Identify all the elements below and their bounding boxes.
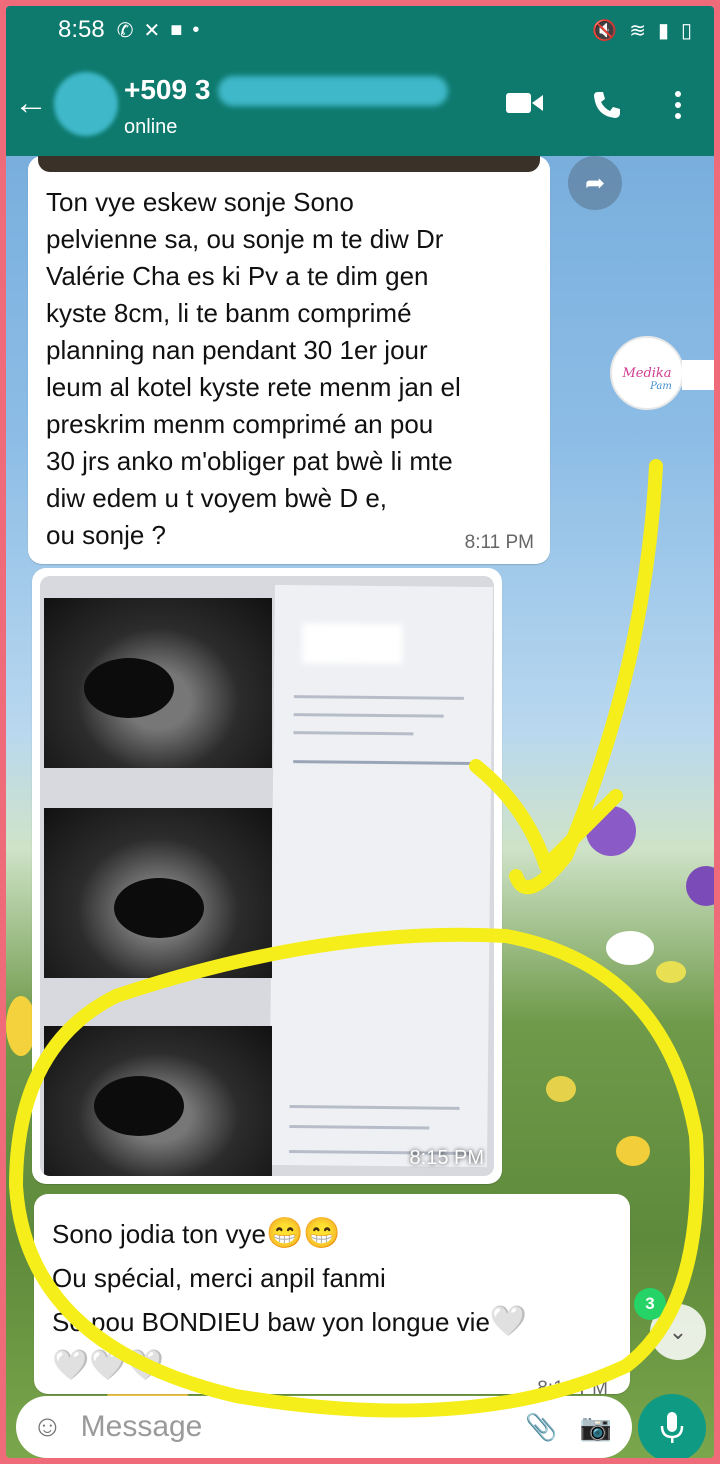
paper-text-line bbox=[293, 713, 444, 718]
screenshot-frame: 8:58 ✆ ✕ ■ • 🔇 ≋ ▮ ▯ ← +509 3 online Ton… bbox=[6, 6, 714, 1458]
message-time: 8:11 PM bbox=[464, 532, 534, 553]
more-vert-icon[interactable] bbox=[674, 90, 682, 127]
status-bar: 8:58 ✆ ✕ ■ • 🔇 ≋ ▮ ▯ bbox=[6, 6, 714, 54]
forward-icon[interactable]: ➦ bbox=[568, 156, 622, 210]
avatar[interactable] bbox=[54, 72, 118, 136]
attach-icon[interactable]: 📎 bbox=[525, 1412, 557, 1443]
wallpaper-flower bbox=[586, 806, 636, 856]
contact-name[interactable]: +509 3 bbox=[124, 74, 210, 106]
phone-icon[interactable] bbox=[592, 90, 622, 127]
svg-text:Medika: Medika bbox=[621, 366, 671, 381]
paper-text-line bbox=[293, 695, 464, 700]
mic-icon[interactable] bbox=[638, 1394, 706, 1458]
message-line: Ou spécial, merci anpil fanmi bbox=[52, 1263, 386, 1293]
message-line: ou sonje ? bbox=[46, 520, 166, 550]
mute-icon: 🔇 bbox=[592, 19, 618, 42]
message-bubble-image[interactable]: 8:15 PM bbox=[32, 568, 502, 1184]
message-text: Ton vye eskew sonje Sono pelvienne sa, o… bbox=[46, 184, 536, 554]
message-line: kyste 8cm, li te banm comprimé bbox=[46, 298, 412, 328]
paper-text-line bbox=[289, 1125, 430, 1130]
wallpaper-flower bbox=[546, 1076, 576, 1102]
message-input[interactable]: Message bbox=[81, 1410, 203, 1444]
message-text: Sono jodia ton vye😁😁 Ou spécial, merci a… bbox=[52, 1212, 622, 1388]
message-line: diw edem u t voyem bwè D e, bbox=[46, 483, 388, 513]
emoji-icon[interactable]: ☺ bbox=[32, 1410, 63, 1444]
message-input-bar[interactable]: ☺ Message 📎 📷 bbox=[16, 1396, 632, 1458]
camera-icon[interactable]: 📷 bbox=[580, 1412, 612, 1443]
ultrasound-photo[interactable] bbox=[40, 576, 494, 1176]
status-time: 8:58 bbox=[58, 16, 105, 43]
signal-icon: ▮ bbox=[657, 19, 669, 42]
message-line: Ton vye eskew sonje Sono bbox=[46, 187, 354, 217]
svg-text:Pam: Pam bbox=[649, 381, 672, 392]
message-bubble-incoming[interactable]: Sono jodia ton vye😁😁 Ou spécial, merci a… bbox=[34, 1194, 630, 1399]
battery-icon: ▯ bbox=[680, 19, 692, 42]
message-line: planning nan pendant 30 1er jour bbox=[46, 335, 428, 365]
message-line: Se pou BONDIEU baw yon longue vie bbox=[52, 1307, 490, 1337]
redaction-blur bbox=[302, 623, 403, 665]
unread-badge: 3 bbox=[634, 1288, 666, 1320]
arrow-left-icon[interactable]: ← bbox=[14, 84, 48, 123]
whatsapp-icon: ✆ bbox=[116, 19, 134, 42]
report-paper bbox=[268, 584, 494, 1168]
message-line: leum al kotel kyste rete menm jan el bbox=[46, 372, 461, 402]
dot-icon: • bbox=[192, 18, 200, 41]
ultrasound-scan bbox=[44, 1026, 272, 1176]
message-line: preskrim menm comprimé an pou bbox=[46, 409, 434, 439]
message-bubble-incoming[interactable]: Ton vye eskew sonje Sono pelvienne sa, o… bbox=[28, 156, 550, 564]
watermark-logo: Medika Pam bbox=[610, 336, 684, 410]
white-heart-icon: 🤍 bbox=[489, 1305, 528, 1338]
message-line: 30 jrs anko m'obliger pat bwè li mte bbox=[46, 446, 453, 476]
video-call-icon[interactable] bbox=[506, 90, 544, 123]
paper-text-line bbox=[293, 731, 414, 736]
chat-icon: ■ bbox=[170, 18, 183, 41]
message-time: 8:15 PM bbox=[409, 1147, 484, 1169]
paper-text-line bbox=[293, 760, 474, 765]
redaction-blur bbox=[218, 76, 448, 106]
paper-text-line bbox=[289, 1105, 460, 1110]
previous-image-edge bbox=[38, 156, 540, 172]
wallpaper-flower bbox=[606, 931, 654, 965]
wifi-icon: ≋ bbox=[629, 19, 646, 42]
wallpaper-flower bbox=[686, 866, 714, 906]
ultrasound-scan bbox=[44, 598, 272, 768]
wallpaper-flower bbox=[656, 961, 686, 983]
contact-status: online bbox=[124, 116, 178, 138]
message-line: Valérie Cha es ki Pv a te dim gen bbox=[46, 261, 429, 291]
chat-header: ← +509 3 online bbox=[6, 54, 714, 156]
grin-emoji-icon: 😁😁 bbox=[265, 1217, 341, 1250]
watermark-tab bbox=[682, 360, 714, 390]
wallpaper-flower bbox=[616, 1136, 650, 1166]
message-line: pelvienne sa, ou sonje m te diw Dr bbox=[46, 224, 444, 254]
message-line: Sono jodia ton vye bbox=[52, 1219, 266, 1249]
missed-call-icon: ✕ bbox=[143, 19, 161, 42]
ultrasound-scan bbox=[44, 808, 272, 978]
